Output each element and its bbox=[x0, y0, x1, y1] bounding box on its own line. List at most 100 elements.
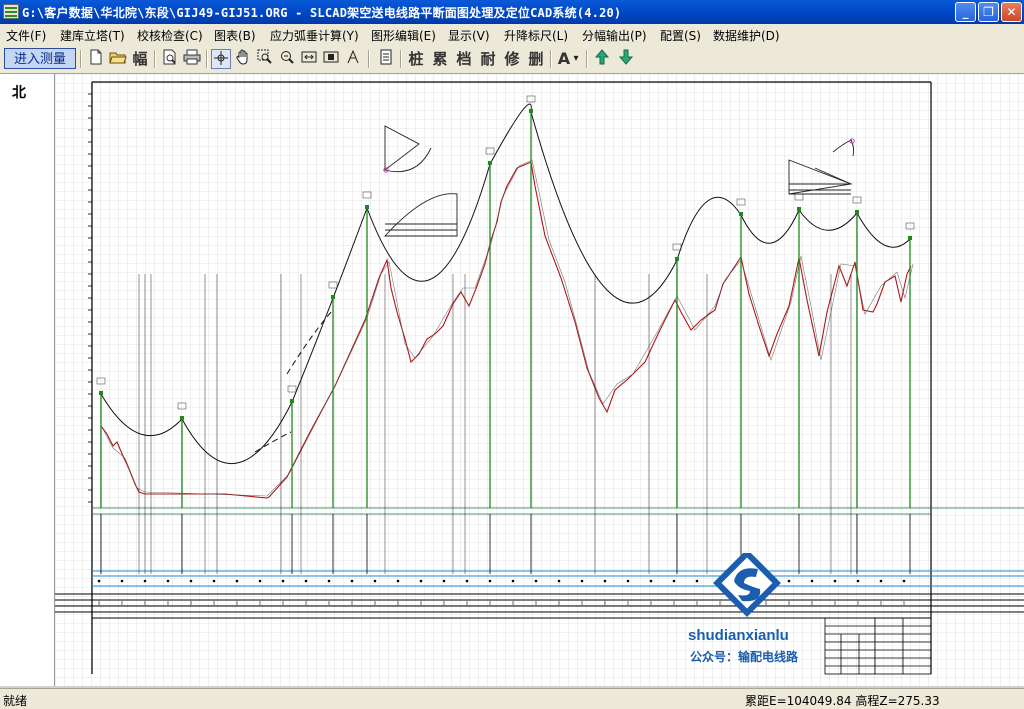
plan-mark bbox=[856, 579, 860, 583]
plan-mark bbox=[350, 579, 354, 583]
plan-mark bbox=[419, 579, 423, 583]
toolbar-separator bbox=[154, 50, 156, 68]
status-coordinates: 累距E=104049.84 高程Z=275.33 bbox=[745, 694, 940, 708]
print-icon[interactable] bbox=[182, 49, 202, 69]
plan-mark bbox=[902, 579, 906, 583]
open-icon[interactable] bbox=[108, 49, 128, 69]
menu-scale[interactable]: 升降标尺(L) bbox=[504, 27, 568, 44]
plan-mark bbox=[304, 579, 308, 583]
menu-display[interactable]: 显示(V) bbox=[448, 27, 490, 44]
pile-button[interactable]: 桩 bbox=[406, 49, 426, 69]
status-bar: 就绪 累距E=104049.84 高程Z=275.33 bbox=[0, 688, 1024, 709]
tower-marker bbox=[675, 257, 679, 261]
plan-mark bbox=[396, 579, 400, 583]
plan-mark bbox=[258, 579, 262, 583]
measure-icon[interactable] bbox=[343, 49, 363, 69]
zoom-all-icon[interactable] bbox=[321, 49, 341, 69]
menu-check[interactable]: 校核检查(C) bbox=[137, 27, 203, 44]
plan-mark bbox=[281, 579, 285, 583]
minimize-button[interactable]: _ bbox=[955, 2, 976, 22]
plan-mark bbox=[235, 579, 239, 583]
watermark-logo: shudianxianlu 公众号：输配电线路 bbox=[688, 553, 818, 664]
plan-mark bbox=[465, 579, 469, 583]
menu-file[interactable]: 文件(F) bbox=[6, 27, 46, 44]
menu-bar: 文件(F) 建库立塔(T) 校核检查(C) 图表(B) 应力弧垂计算(Y) 图形… bbox=[0, 24, 1024, 46]
north-label: 北 bbox=[12, 85, 26, 101]
tower-marker bbox=[99, 391, 103, 395]
tower-marker bbox=[908, 236, 912, 240]
logo-icon bbox=[713, 553, 781, 617]
notes-icon[interactable] bbox=[376, 49, 396, 69]
print-preview-icon[interactable] bbox=[160, 49, 180, 69]
menu-config[interactable]: 配置(S) bbox=[660, 27, 701, 44]
plan-mark bbox=[534, 579, 538, 583]
plan-mark bbox=[327, 579, 331, 583]
arrow-up-icon[interactable] bbox=[592, 49, 612, 69]
toolbar-separator bbox=[550, 50, 552, 68]
tower-marker bbox=[365, 205, 369, 209]
toolbar-separator bbox=[400, 50, 402, 68]
plan-mark bbox=[212, 579, 216, 583]
watermark-site-text: shudianxianlu bbox=[688, 627, 789, 644]
tower-marker bbox=[855, 210, 859, 214]
plan-mark bbox=[580, 579, 584, 583]
window-title: G:\客户数据\华北院\东段\GIJ49-GIJ51.ORG - SLCAD架空… bbox=[22, 6, 622, 20]
toolbar-separator bbox=[586, 50, 588, 68]
menu-edit-graphics[interactable]: 图形编辑(E) bbox=[371, 27, 436, 44]
cumulative-button[interactable]: 累 bbox=[430, 49, 450, 69]
plan-mark bbox=[166, 579, 170, 583]
watermark-account-text: 公众号：输配电线路 bbox=[690, 650, 799, 664]
plan-mark bbox=[557, 579, 561, 583]
tower-marker bbox=[529, 109, 533, 113]
menu-build-tower[interactable]: 建库立塔(T) bbox=[60, 27, 125, 44]
toolbar-separator bbox=[80, 50, 82, 68]
plan-mark bbox=[603, 579, 607, 583]
title-bar: G:\客户数据\华北院\东段\GIJ49-GIJ51.ORG - SLCAD架空… bbox=[0, 0, 1024, 24]
plan-mark bbox=[120, 579, 124, 583]
crosshair-icon[interactable] bbox=[211, 49, 231, 69]
plan-mark bbox=[97, 579, 101, 583]
span-button[interactable]: 档 bbox=[454, 49, 474, 69]
tower-marker bbox=[290, 399, 294, 403]
toolbar-separator bbox=[368, 50, 370, 68]
arrow-down-icon[interactable] bbox=[616, 49, 636, 69]
menu-split-output[interactable]: 分幅输出(P) bbox=[582, 27, 647, 44]
plan-mark bbox=[442, 579, 446, 583]
new-icon[interactable] bbox=[86, 49, 106, 69]
plan-mark bbox=[833, 579, 837, 583]
side-panel: 北 bbox=[0, 74, 55, 686]
drawing-canvas[interactable] bbox=[55, 74, 1024, 686]
plan-mark bbox=[511, 579, 515, 583]
profile-drawing[interactable] bbox=[55, 74, 1024, 686]
maximize-button[interactable]: ❐ bbox=[978, 2, 999, 22]
zoom-out-icon[interactable] bbox=[277, 49, 297, 69]
plan-mark bbox=[649, 579, 653, 583]
app-icon[interactable] bbox=[3, 4, 19, 19]
tower-marker bbox=[739, 212, 743, 216]
tower-marker bbox=[180, 416, 184, 420]
status-ready: 就绪 bbox=[3, 694, 28, 708]
plan-mark bbox=[373, 579, 377, 583]
zoom-extents-icon[interactable] bbox=[299, 49, 319, 69]
frame-icon[interactable]: 幅 bbox=[130, 49, 150, 69]
close-button[interactable]: ✕ bbox=[1001, 2, 1022, 22]
text-tool-dropdown[interactable]: ▾ bbox=[570, 49, 582, 69]
delete-button[interactable]: 删 bbox=[526, 49, 546, 69]
pan-hand-icon[interactable] bbox=[233, 49, 253, 69]
modify-button[interactable]: 修 bbox=[502, 49, 522, 69]
toolbar-separator bbox=[206, 50, 208, 68]
tower-marker bbox=[488, 161, 492, 165]
plan-mark bbox=[143, 579, 147, 583]
plan-mark bbox=[626, 579, 630, 583]
plan-mark bbox=[672, 579, 676, 583]
menu-data-maintenance[interactable]: 数据维护(D) bbox=[713, 27, 780, 44]
enter-measure-button[interactable]: 进入测量 bbox=[4, 48, 76, 69]
tower-marker bbox=[797, 207, 801, 211]
plan-mark bbox=[488, 579, 492, 583]
zoom-window-icon[interactable] bbox=[255, 49, 275, 69]
menu-charts[interactable]: 图表(B) bbox=[214, 27, 256, 44]
plan-mark bbox=[189, 579, 193, 583]
menu-stress-sag[interactable]: 应力弧垂计算(Y) bbox=[270, 27, 359, 44]
tension-button[interactable]: 耐 bbox=[478, 49, 498, 69]
toolbar: 进入测量 幅 桩 累 档 耐 修 删 A ▾ bbox=[0, 45, 1024, 74]
